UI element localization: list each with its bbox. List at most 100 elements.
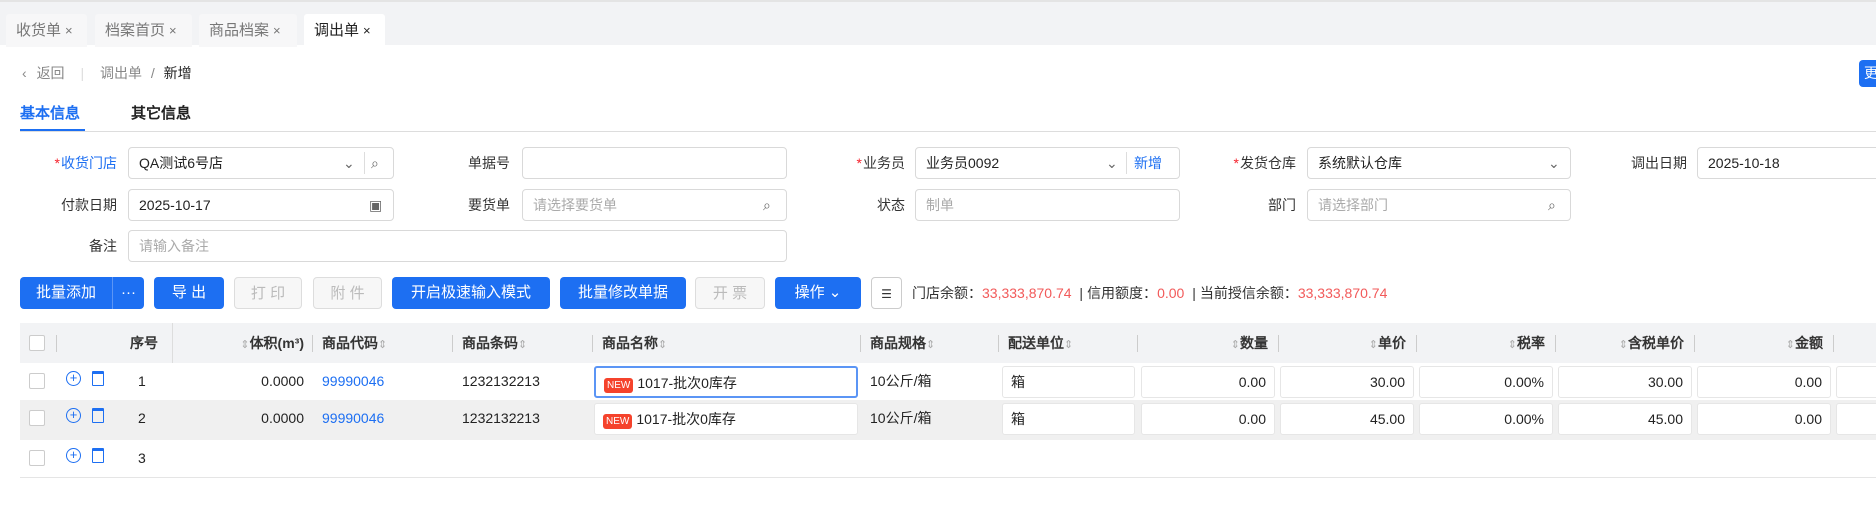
tab-label: 档案首页 — [105, 22, 166, 39]
close-icon[interactable]: × — [169, 23, 177, 38]
remark-label: 备注 — [89, 238, 117, 254]
subtab-other[interactable]: 其它信息 — [131, 102, 191, 123]
back-link[interactable]: 返回 — [37, 65, 65, 81]
new-badge: NEW — [604, 378, 634, 393]
row-code-link[interactable]: 99990046 — [322, 400, 384, 437]
request-input[interactable]: 请选择要货单 ⌕ — [522, 189, 787, 221]
request-placeholder: 请选择要货单 — [533, 197, 617, 213]
salesman-select[interactable]: 业务员0092 ⌄ 新增 — [915, 147, 1180, 179]
chevron-down-icon: ⌄ — [343, 155, 355, 171]
divider — [20, 131, 1876, 132]
pay-date-label: 付款日期 — [61, 197, 117, 213]
tab-receipt[interactable]: 收货单 × — [6, 14, 87, 47]
col-amount[interactable]: ⇕金额 — [1694, 323, 1823, 363]
close-icon[interactable]: × — [65, 23, 73, 38]
delete-row-icon[interactable] — [92, 371, 104, 386]
col-qty[interactable]: ⇕数量 — [1137, 323, 1268, 363]
col-unit[interactable]: 配送单位⇕ — [1008, 323, 1073, 363]
remark-input[interactable]: 请输入备注 — [128, 230, 787, 262]
chevron-left-icon[interactable]: ‹ — [22, 65, 27, 81]
row-amount-input[interactable]: 0.00 — [1697, 403, 1831, 435]
row-unit-input[interactable]: 箱 — [1002, 403, 1135, 435]
search-icon[interactable]: ⌕ — [1548, 190, 1556, 220]
warehouse-select[interactable]: 系统默认仓库 ⌄ — [1307, 147, 1571, 179]
row-unit-input[interactable]: 箱 — [1002, 366, 1135, 398]
col-tax[interactable]: ⇕税率 — [1416, 323, 1545, 363]
col-barcode[interactable]: 商品条码⇕ — [462, 323, 527, 363]
chevron-down-icon: ⌄ — [1106, 155, 1118, 171]
breadcrumb: ‹ 返回 | 调出单 / 新增 — [22, 62, 192, 84]
row-spec: 10公斤/箱 — [870, 373, 932, 389]
subtab-basic[interactable]: 基本信息 — [20, 102, 80, 123]
dept-input[interactable]: 请选择部门 ⌕ — [1307, 189, 1571, 221]
row-checkbox[interactable] — [29, 410, 45, 426]
row-price-input[interactable]: 45.00 — [1280, 403, 1414, 435]
row-extra-input[interactable] — [1836, 366, 1876, 398]
row-tax-input[interactable]: 0.00% — [1419, 403, 1553, 435]
print-button[interactable]: 打 印 — [234, 277, 302, 309]
operations-label: 操作 — [794, 284, 825, 301]
tab-transfer-out[interactable]: 调出单 × — [304, 14, 385, 47]
row-checkbox[interactable] — [29, 450, 45, 466]
top-right-button[interactable]: 更 — [1859, 60, 1876, 87]
col-tax-price[interactable]: ⇕含税单价 — [1555, 323, 1684, 363]
out-date-input[interactable]: 2025-10-18 — [1697, 147, 1876, 179]
search-icon[interactable]: ⌕ — [371, 148, 379, 178]
col-code[interactable]: 商品代码⇕ — [322, 323, 387, 363]
add-row-icon[interactable]: + — [66, 371, 81, 386]
export-button[interactable]: 导 出 — [154, 277, 224, 309]
batch-edit-button[interactable]: 批量修改单据 — [560, 277, 686, 309]
col-name[interactable]: 商品名称⇕ — [602, 323, 667, 363]
col-seq: 序号 — [130, 335, 158, 351]
tab-product-archive[interactable]: 商品档案 × — [199, 14, 297, 47]
attach-button[interactable]: 附 件 — [313, 277, 382, 309]
close-icon[interactable]: × — [273, 23, 281, 38]
doc-no-label: 单据号 — [468, 155, 510, 171]
row-extra-input[interactable] — [1836, 403, 1876, 435]
store-select[interactable]: QA测试6号店 ⌄ ⌕ — [128, 147, 394, 179]
select-all-checkbox[interactable] — [29, 335, 45, 351]
col-price[interactable]: ⇕单价 — [1278, 323, 1406, 363]
row-code-link[interactable]: 99990046 — [322, 363, 384, 400]
row-qty-input[interactable]: 0.00 — [1141, 403, 1275, 435]
add-salesman-link[interactable]: 新增 — [1134, 148, 1162, 178]
row-barcode: 1232132213 — [462, 373, 540, 389]
row-name: 1017-批次0库存 — [637, 375, 737, 391]
add-row-icon[interactable]: + — [66, 408, 81, 423]
available-credit: 33,333,870.74 — [1297, 285, 1388, 301]
row-amount-input[interactable]: 0.00 — [1697, 366, 1831, 398]
doc-no-input[interactable] — [522, 147, 787, 179]
delete-row-icon[interactable] — [92, 448, 104, 463]
row-volume: 0.0000 — [261, 410, 304, 426]
row-seq: 2 — [138, 410, 146, 426]
batch-add-button[interactable]: 批量添加 — [20, 277, 112, 309]
column-settings-icon[interactable]: ☰ — [871, 277, 902, 309]
calendar-icon[interactable]: ▣ — [369, 190, 382, 220]
credit-limit: 0.00 — [1157, 285, 1185, 301]
breadcrumb-parent[interactable]: 调出单 — [100, 65, 142, 81]
row-price-input[interactable]: 30.00 — [1280, 366, 1414, 398]
row-qty-input[interactable]: 0.00 — [1141, 366, 1275, 398]
chevron-down-icon: ⌄ — [1548, 155, 1560, 171]
breadcrumb-sep: / — [150, 65, 155, 81]
fast-input-mode-button[interactable]: 开启极速输入模式 — [392, 277, 550, 309]
tab-label: 商品档案 — [209, 22, 270, 39]
row-tax-input[interactable]: 0.00% — [1419, 366, 1553, 398]
operations-dropdown[interactable]: 操作 ⌄ — [775, 277, 861, 309]
more-button[interactable]: ··· — [112, 277, 144, 309]
search-icon[interactable]: ⌕ — [763, 190, 771, 220]
close-icon[interactable]: × — [363, 23, 371, 38]
row-tax-price-input[interactable]: 45.00 — [1558, 403, 1692, 435]
row-checkbox[interactable] — [29, 373, 45, 389]
row-name-input[interactable]: NEW 1017-批次0库存 — [594, 403, 858, 435]
col-spec[interactable]: 商品规格⇕ — [870, 323, 935, 363]
col-volume[interactable]: ⇕体积(m³) — [172, 323, 304, 363]
delete-row-icon[interactable] — [92, 408, 104, 423]
tab-label: 调出单 — [314, 22, 360, 39]
add-row-icon[interactable]: + — [66, 448, 81, 463]
row-tax-price-input[interactable]: 30.00 — [1558, 366, 1692, 398]
tab-archive-home[interactable]: 档案首页 × — [95, 14, 192, 47]
row-name-input[interactable]: NEW 1017-批次0库存 — [594, 366, 858, 398]
pay-date-input[interactable]: 2025-10-17 ▣ — [128, 189, 394, 221]
invoice-button[interactable]: 开 票 — [695, 277, 765, 309]
